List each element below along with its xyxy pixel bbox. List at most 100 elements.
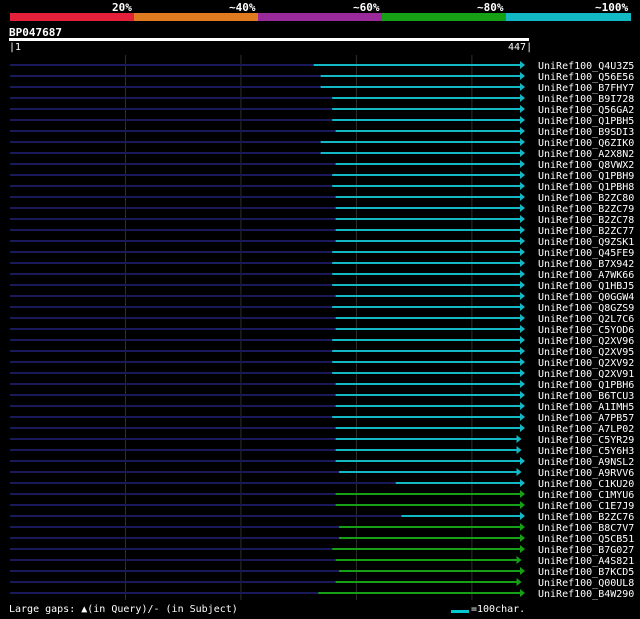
hit-row[interactable]: UniRef100_Q2XV95 [10, 347, 634, 358]
hit-row[interactable]: UniRef100_C1KU20 [10, 479, 634, 490]
hit-label[interactable]: UniRef100_A9NSL2 [538, 457, 634, 468]
hit-row[interactable]: UniRef100_A9NSL2 [10, 457, 634, 468]
hit-label[interactable]: UniRef100_A1IMH5 [538, 402, 634, 413]
hit-row[interactable]: UniRef100_Q00UL8 [10, 578, 634, 589]
hit-row[interactable]: UniRef100_B2ZC76 [10, 512, 634, 523]
hit-row[interactable]: UniRef100_B2ZC79 [10, 204, 634, 215]
hit-label[interactable]: UniRef100_Q8GZS9 [538, 303, 634, 314]
hit-label[interactable]: UniRef100_A9RVV6 [538, 468, 634, 479]
hit-row[interactable]: UniRef100_Q45FE9 [10, 248, 634, 259]
hit-label[interactable]: UniRef100_Q45FE9 [538, 248, 634, 259]
hit-row[interactable]: UniRef100_C1E7J9 [10, 501, 634, 512]
hit-row[interactable]: UniRef100_C5Y6H3 [10, 446, 634, 457]
hit-label[interactable]: UniRef100_Q1PBH6 [538, 380, 634, 391]
hit-row[interactable]: UniRef100_B7X942 [10, 259, 634, 270]
hit-label[interactable]: UniRef100_Q6ZIK0 [538, 138, 634, 149]
hit-label[interactable]: UniRef100_B7FHY7 [538, 83, 634, 94]
hit-row[interactable]: UniRef100_Q1PBH9 [10, 171, 634, 182]
hit-label[interactable]: UniRef100_B9SDI3 [538, 127, 634, 138]
hit-label[interactable]: UniRef100_Q56E56 [538, 72, 634, 83]
hit-row[interactable]: UniRef100_A2X8N2 [10, 149, 634, 160]
hit-label[interactable]: UniRef100_Q4U3Z5 [538, 61, 634, 72]
hit-label[interactable]: UniRef100_C5Y6H3 [538, 446, 634, 457]
hit-label[interactable]: UniRef100_Q1PBH9 [538, 171, 634, 182]
hit-row[interactable]: UniRef100_Q56E56 [10, 72, 634, 83]
hit-label[interactable]: UniRef100_A7WK66 [538, 270, 634, 281]
hit-row[interactable]: UniRef100_Q8GZS9 [10, 303, 634, 314]
hit-row[interactable]: UniRef100_Q2XV92 [10, 358, 634, 369]
hit-row[interactable]: UniRef100_C1MYU6 [10, 490, 634, 501]
hit-label[interactable]: UniRef100_Q1HBJ5 [538, 281, 634, 292]
hit-row[interactable]: UniRef100_B9SDI3 [10, 127, 634, 138]
hit-label[interactable]: UniRef100_B2ZC77 [538, 226, 634, 237]
hit-label[interactable]: UniRef100_A7PB57 [538, 413, 634, 424]
hit-row[interactable]: UniRef100_Q1HBJ5 [10, 281, 634, 292]
hit-row[interactable]: UniRef100_A7PB57 [10, 413, 634, 424]
hit-label[interactable]: UniRef100_A7LP02 [538, 424, 634, 435]
hit-label[interactable]: UniRef100_Q2XV92 [538, 358, 634, 369]
hit-label[interactable]: UniRef100_B2ZC78 [538, 215, 634, 226]
hit-row[interactable]: UniRef100_Q1PBH8 [10, 182, 634, 193]
hit-label[interactable]: UniRef100_Q2XV91 [538, 369, 634, 380]
hit-label[interactable]: UniRef100_Q9ZSK1 [538, 237, 634, 248]
hit-row[interactable]: UniRef100_B8C7V7 [10, 523, 634, 534]
hit-row[interactable]: UniRef100_Q9ZSK1 [10, 237, 634, 248]
hit-row[interactable]: UniRef100_A7LP02 [10, 424, 634, 435]
hit-row[interactable]: UniRef100_Q8VWX2 [10, 160, 634, 171]
hit-label[interactable]: UniRef100_Q2XV96 [538, 336, 634, 347]
hit-label[interactable]: UniRef100_B7X942 [538, 259, 634, 270]
hit-label[interactable]: UniRef100_Q5CB51 [538, 534, 634, 545]
hit-label[interactable]: UniRef100_B2ZC76 [538, 512, 634, 523]
hit-label[interactable]: UniRef100_Q1PBH5 [538, 116, 634, 127]
hit-row[interactable]: UniRef100_Q2XV91 [10, 369, 634, 380]
hit-row[interactable]: UniRef100_C5YOD6 [10, 325, 634, 336]
hit-row[interactable]: UniRef100_B2ZC80 [10, 193, 634, 204]
hit-label[interactable]: UniRef100_C1MYU6 [538, 490, 634, 501]
hit-row[interactable]: UniRef100_Q1PBH6 [10, 380, 634, 391]
hit-label[interactable]: UniRef100_C5YOD6 [538, 325, 634, 336]
hit-label[interactable]: UniRef100_Q2XV95 [538, 347, 634, 358]
hit-label[interactable]: UniRef100_C1E7J9 [538, 501, 634, 512]
hit-row[interactable]: UniRef100_Q56GA2 [10, 105, 634, 116]
hit-label[interactable]: UniRef100_B2ZC79 [538, 204, 634, 215]
hit-arrow [520, 369, 525, 377]
hit-label[interactable]: UniRef100_A2X8N2 [538, 149, 634, 160]
hit-row[interactable]: UniRef100_B9I728 [10, 94, 634, 105]
hit-label[interactable]: UniRef100_B9I728 [538, 94, 634, 105]
hit-row[interactable]: UniRef100_B2ZC77 [10, 226, 634, 237]
hit-row[interactable]: UniRef100_B6TCU3 [10, 391, 634, 402]
hit-label[interactable]: UniRef100_Q8VWX2 [538, 160, 634, 171]
hit-row[interactable]: UniRef100_B4W290 [10, 589, 634, 600]
hit-row[interactable]: UniRef100_Q5CB51 [10, 534, 634, 545]
hit-row[interactable]: UniRef100_B2ZC78 [10, 215, 634, 226]
hit-label[interactable]: UniRef100_Q00UL8 [538, 578, 634, 589]
hit-label[interactable]: UniRef100_Q2L7C6 [538, 314, 634, 325]
hit-label[interactable]: UniRef100_C1KU20 [538, 479, 634, 490]
hit-label[interactable]: UniRef100_B8C7V7 [538, 523, 634, 534]
hit-row[interactable]: UniRef100_A7WK66 [10, 270, 634, 281]
hit-label[interactable]: UniRef100_B7KCD5 [538, 567, 634, 578]
hit-label[interactable]: UniRef100_B6TCU3 [538, 391, 634, 402]
hit-row[interactable]: UniRef100_Q6ZIK0 [10, 138, 634, 149]
hit-row[interactable]: UniRef100_Q1PBH5 [10, 116, 634, 127]
hit-row[interactable]: UniRef100_A4S821 [10, 556, 634, 567]
hit-row[interactable]: UniRef100_Q2L7C6 [10, 314, 634, 325]
hit-label[interactable]: UniRef100_Q56GA2 [538, 105, 634, 116]
hit-row[interactable]: UniRef100_C5YR29 [10, 435, 634, 446]
hit-label[interactable]: UniRef100_A4S821 [538, 556, 634, 567]
legend-segment-80 [382, 13, 506, 21]
hit-label[interactable]: UniRef100_C5YR29 [538, 435, 634, 446]
hit-row[interactable]: UniRef100_A1IMH5 [10, 402, 634, 413]
hit-row[interactable]: UniRef100_A9RVV6 [10, 468, 634, 479]
hit-label[interactable]: UniRef100_Q1PBH8 [538, 182, 634, 193]
hit-row[interactable]: UniRef100_Q4U3Z5 [10, 61, 634, 72]
hit-row[interactable]: UniRef100_Q0GGW4 [10, 292, 634, 303]
hit-label[interactable]: UniRef100_B2ZC80 [538, 193, 634, 204]
hit-row[interactable]: UniRef100_B7FHY7 [10, 83, 634, 94]
hit-row[interactable]: UniRef100_B7KCD5 [10, 567, 634, 578]
hit-row[interactable]: UniRef100_B7G027 [10, 545, 634, 556]
hit-label[interactable]: UniRef100_Q0GGW4 [538, 292, 634, 303]
hit-label[interactable]: UniRef100_B7G027 [538, 545, 634, 556]
hit-row[interactable]: UniRef100_Q2XV96 [10, 336, 634, 347]
hit-label[interactable]: UniRef100_B4W290 [538, 589, 634, 600]
